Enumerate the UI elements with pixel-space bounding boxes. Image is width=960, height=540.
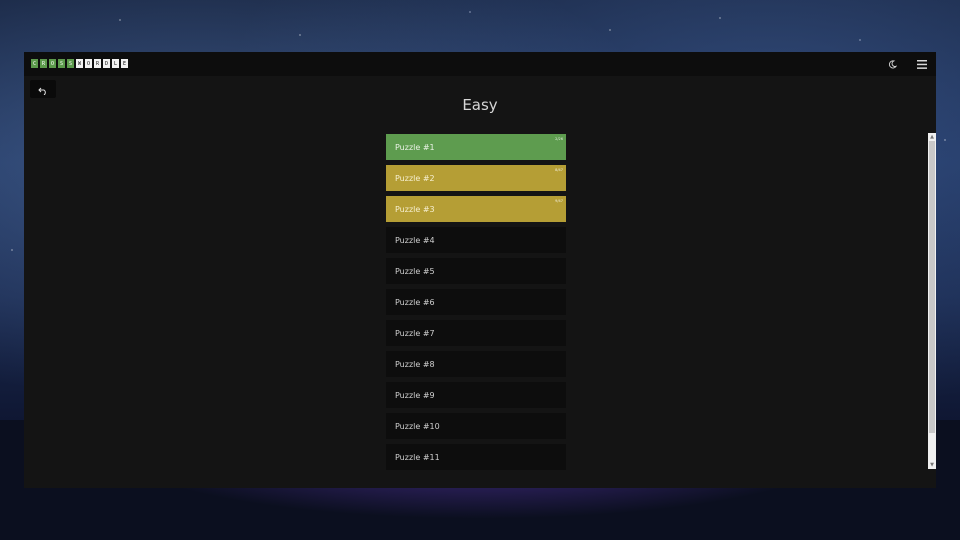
logo-letter: R (39, 58, 48, 69)
puzzle-item[interactable]: Puzzle #8 (386, 351, 566, 377)
moon-icon[interactable] (884, 56, 900, 72)
scrollbar[interactable]: ▲ ▼ (928, 133, 936, 469)
scroll-up-arrow-icon[interactable]: ▲ (928, 134, 936, 140)
puzzle-item[interactable]: Puzzle #4 (386, 227, 566, 253)
top-bar: CROSSWORDLE (24, 52, 936, 76)
logo-letter: O (84, 58, 93, 69)
browser-window: CROSSWORDLE Easy Puzzle #1 2/26 Puzzle #2 8… (24, 52, 936, 488)
puzzle-label: Puzzle #8 (395, 359, 435, 369)
logo-letter: S (57, 58, 66, 69)
page-title: Easy (462, 96, 498, 114)
puzzle-item[interactable]: Puzzle #3 9/47 (386, 196, 566, 222)
scrollbar-thumb[interactable] (929, 141, 935, 433)
puzzle-label: Puzzle #3 (395, 204, 435, 214)
puzzle-score: 9/47 (555, 199, 563, 203)
logo-letter: C (30, 58, 39, 69)
crosswordle-logo[interactable]: CROSSWORDLE (30, 58, 129, 69)
logo-letter: L (111, 58, 120, 69)
puzzle-item[interactable]: Puzzle #2 8/47 (386, 165, 566, 191)
puzzle-label: Puzzle #6 (395, 297, 435, 307)
puzzle-item[interactable]: Puzzle #7 (386, 320, 566, 346)
logo-letter: O (48, 58, 57, 69)
puzzle-label: Puzzle #4 (395, 235, 435, 245)
puzzle-label: Puzzle #7 (395, 328, 435, 338)
logo-letter: D (102, 58, 111, 69)
puzzle-score: 2/26 (555, 137, 563, 141)
hamburger-menu-icon[interactable] (914, 56, 930, 72)
puzzle-label: Puzzle #10 (395, 421, 440, 431)
logo-letter: W (75, 58, 84, 69)
logo-letter: S (66, 58, 75, 69)
scroll-down-arrow-icon[interactable]: ▼ (928, 462, 936, 468)
puzzle-item[interactable]: Puzzle #6 (386, 289, 566, 315)
puzzle-item[interactable]: Puzzle #9 (386, 382, 566, 408)
puzzle-item[interactable]: Puzzle #1 2/26 (386, 134, 566, 160)
logo-letter: E (120, 58, 129, 69)
puzzle-label: Puzzle #1 (395, 142, 435, 152)
puzzle-score: 8/47 (555, 168, 563, 172)
puzzle-label: Puzzle #5 (395, 266, 435, 276)
puzzle-label: Puzzle #2 (395, 173, 435, 183)
puzzle-item[interactable]: Puzzle #5 (386, 258, 566, 284)
puzzle-item[interactable]: Puzzle #11 (386, 444, 566, 470)
puzzle-label: Puzzle #9 (395, 390, 435, 400)
puzzle-list: Puzzle #1 2/26 Puzzle #2 8/47 Puzzle #3 9/47 P… (386, 134, 566, 475)
logo-letter: R (93, 58, 102, 69)
puzzle-label: Puzzle #11 (395, 452, 440, 462)
puzzle-item[interactable]: Puzzle #10 (386, 413, 566, 439)
